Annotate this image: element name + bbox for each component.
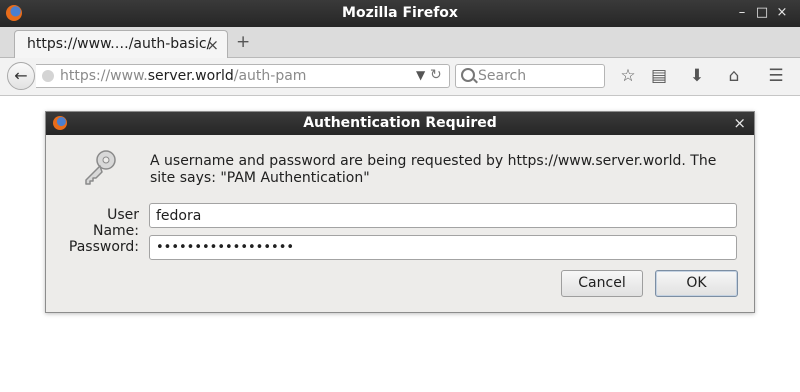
search-input[interactable] (478, 67, 598, 85)
auth-dialog: Authentication Required × A username and… (45, 111, 755, 313)
downloads-icon[interactable]: ⬇ (686, 66, 708, 86)
nav-toolbar: https://www.server.world/auth-pam ▼ ↻ ← … (0, 58, 800, 96)
close-window-button[interactable]: × (774, 4, 790, 22)
minimize-button[interactable]: – (734, 4, 750, 22)
username-field[interactable] (149, 203, 737, 228)
tab-auth-basic[interactable]: https://www.…/auth-basic/ × (14, 30, 228, 58)
tab-close-button[interactable]: × (206, 36, 219, 54)
new-tab-button[interactable]: + (236, 32, 250, 52)
bookmark-star-icon[interactable]: ☆ (617, 66, 639, 86)
auth-message: A username and password are being reques… (150, 153, 717, 186)
url-history-dropdown-icon[interactable]: ▼ (416, 68, 425, 82)
url-path: /auth-pam (233, 68, 307, 84)
menu-icon[interactable]: ☰ (765, 66, 787, 86)
site-identity-icon[interactable] (42, 70, 54, 82)
ok-button[interactable]: OK (655, 270, 738, 297)
password-label: Password: (68, 239, 139, 255)
home-icon[interactable]: ⌂ (723, 66, 745, 86)
window-titlebar: Mozilla Firefox – □ × (0, 0, 800, 27)
url-bar[interactable]: https://www.server.world/auth-pam ▼ ↻ (36, 64, 450, 88)
search-icon (461, 68, 475, 82)
dialog-titlebar: Authentication Required × (46, 112, 754, 135)
reload-icon[interactable]: ↻ (430, 67, 442, 83)
tab-strip: https://www.…/auth-basic/ × + (0, 27, 800, 58)
dialog-close-button[interactable]: × (733, 114, 746, 132)
url-host: server.world (147, 68, 234, 84)
tab-label: https://www.…/auth-basic/ (27, 36, 212, 52)
dialog-title: Authentication Required (303, 115, 497, 131)
maximize-button[interactable]: □ (754, 4, 770, 22)
window-title: Mozilla Firefox (342, 5, 458, 21)
url-prefix: https://www. (60, 68, 148, 84)
username-label: User Name: (92, 207, 139, 239)
reading-list-icon[interactable]: ▤ (648, 66, 670, 86)
cancel-button[interactable]: Cancel (561, 270, 643, 297)
back-button[interactable]: ← (7, 62, 35, 90)
search-bar[interactable] (455, 64, 605, 88)
url-text[interactable]: https://www.server.world/auth-pam (60, 68, 306, 84)
password-field[interactable] (149, 235, 737, 260)
key-icon (85, 150, 116, 185)
